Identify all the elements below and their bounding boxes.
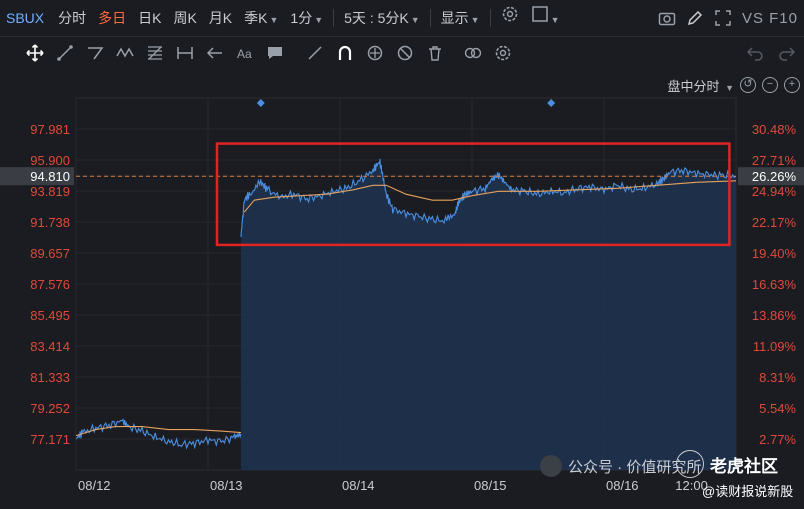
x-tick-label: 08/12 bbox=[78, 478, 111, 493]
event-marker-icon bbox=[547, 99, 556, 107]
y-pct-tick-label: 24.94% bbox=[752, 184, 797, 199]
tiger-brand: 老虎社区 bbox=[676, 450, 778, 478]
y-tick-label: 77.171 bbox=[30, 432, 70, 447]
y-pct-tick-label: 5.54% bbox=[759, 401, 796, 416]
y-tick-label: 94.810 bbox=[30, 169, 70, 184]
x-tick-label: 08/15 bbox=[474, 478, 507, 493]
y-tick-label: 89.657 bbox=[30, 246, 70, 261]
y-tick-label: 85.495 bbox=[30, 308, 70, 323]
y-tick-label: 93.819 bbox=[30, 184, 70, 199]
x-tick-label: 08/13 bbox=[210, 478, 243, 493]
y-tick-label: 87.576 bbox=[30, 277, 70, 292]
x-tick-label: 08/14 bbox=[342, 478, 375, 493]
x-axis: 08/12 08/13 08/14 08/15 08/16 12:00 bbox=[78, 478, 708, 493]
y-tick-label: 81.333 bbox=[30, 370, 70, 385]
x-tick-label: 08/16 bbox=[606, 478, 639, 493]
price-area-fill bbox=[241, 161, 736, 470]
y-pct-tick-label: 8.31% bbox=[759, 370, 796, 385]
y-pct-tick-label: 30.48% bbox=[752, 122, 797, 137]
y-tick-label: 95.900 bbox=[30, 153, 70, 168]
y-tick-label: 83.414 bbox=[30, 339, 70, 354]
y-pct-tick-label: 26.26% bbox=[752, 169, 797, 184]
y-pct-tick-label: 27.71% bbox=[752, 153, 797, 168]
wechat-logo-icon bbox=[540, 455, 562, 477]
area-fill bbox=[241, 161, 736, 470]
tiger-brand-subtitle: @读财报说新股 bbox=[702, 484, 794, 499]
average-line bbox=[75, 426, 242, 437]
tiger-logo-icon bbox=[676, 450, 704, 478]
y-pct-tick-label: 11.09% bbox=[753, 339, 797, 354]
price-chart[interactable]: 97.981 95.90094.81093.819 91.738 89.657 87.5… bbox=[0, 0, 804, 509]
y-tick-label: 79.252 bbox=[30, 401, 70, 416]
event-marker-icon bbox=[256, 99, 265, 107]
y-pct-tick-label: 16.63% bbox=[752, 277, 797, 292]
y-pct-tick-label: 2.77% bbox=[759, 432, 796, 447]
y-pct-tick-label: 13.86% bbox=[752, 308, 797, 323]
tiger-brand-title: 老虎社区 bbox=[710, 456, 778, 476]
y-tick-label: 97.981 bbox=[30, 122, 70, 137]
y-axis-percent: 30.48% 27.71%26.26%24.94% 22.17% 19.40% 16.6… bbox=[738, 122, 804, 447]
price-line bbox=[75, 418, 242, 450]
y-pct-tick-label: 19.40% bbox=[752, 246, 797, 261]
y-pct-tick-label: 22.17% bbox=[752, 215, 797, 230]
y-tick-label: 91.738 bbox=[30, 215, 70, 230]
y-axis-price: 97.981 95.90094.81093.819 91.738 89.657 87.5… bbox=[0, 122, 74, 447]
